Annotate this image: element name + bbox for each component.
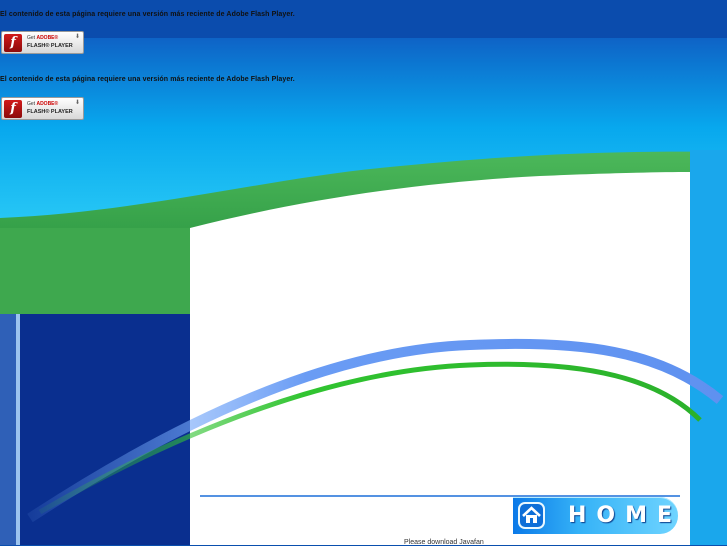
house-icon — [518, 502, 545, 529]
flash-message: El contenido de esta página requiere una… — [0, 11, 295, 18]
flash-badge-adobe: ADOBE® — [36, 101, 59, 107]
flash-logo-icon: f — [4, 100, 22, 118]
flash-badge-get-line: Get ADOBE® — [27, 101, 58, 107]
home-button[interactable]: HOME — [513, 497, 678, 534]
home-label: HOME — [568, 503, 683, 528]
get-flash-player-button[interactable]: f Get ADOBE® FLASH® PLAYER ⬇ — [1, 31, 84, 54]
flash-badge-get-line: Get ADOBE® — [27, 35, 58, 41]
flash-badge-adobe: ADOBE® — [36, 35, 59, 41]
download-arrow-icon: ⬇ — [74, 100, 80, 106]
download-arrow-icon: ⬇ — [74, 34, 80, 40]
flash-badge-get: Get — [27, 35, 36, 41]
flash-logo-icon: f — [4, 34, 22, 52]
flash-badge-product: FLASH® PLAYER — [27, 43, 73, 49]
flash-badge-get: Get — [27, 101, 36, 107]
flash-message: El contenido de esta página requiere una… — [0, 76, 295, 83]
flash-badge-product: FLASH® PLAYER — [27, 109, 73, 115]
get-flash-player-button[interactable]: f Get ADOBE® FLASH® PLAYER ⬇ — [1, 97, 84, 120]
